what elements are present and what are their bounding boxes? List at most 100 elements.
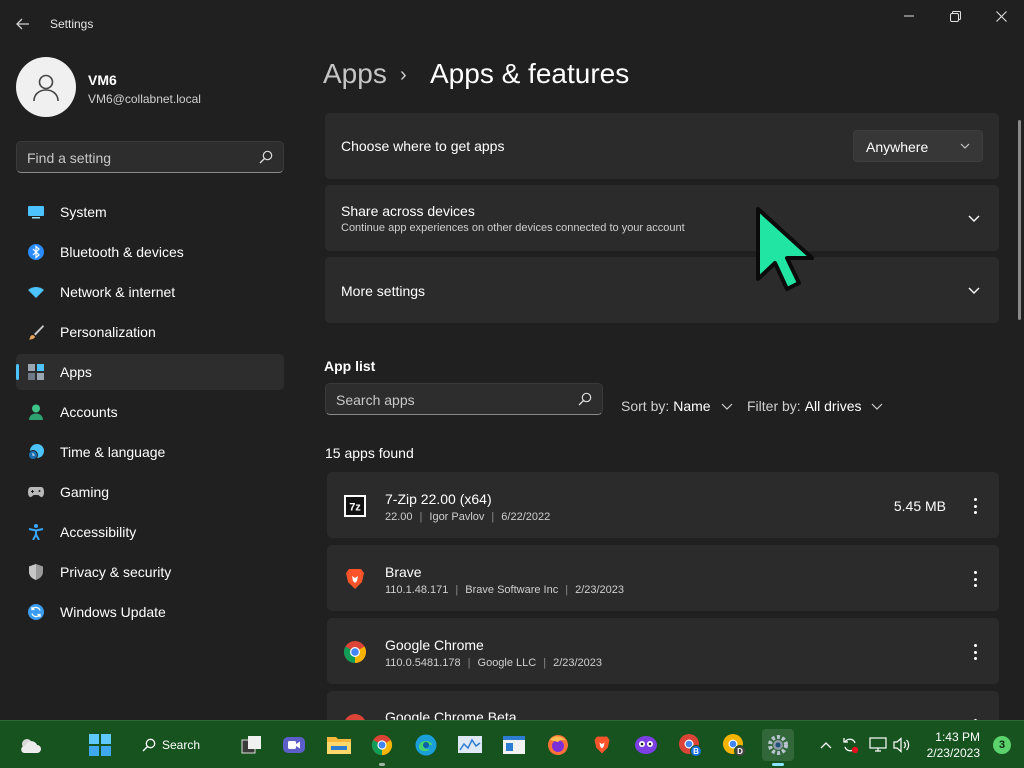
breadcrumb-parent[interactable]: Apps (323, 58, 387, 90)
chrome-dev-icon: D (723, 734, 746, 757)
task-view-icon (241, 736, 261, 754)
taskbar-firefox[interactable] (542, 729, 574, 761)
perfmon-icon (458, 736, 482, 753)
restore-button[interactable] (932, 0, 978, 32)
svg-text:D: D (737, 747, 743, 756)
taskbar-chrome[interactable] (366, 729, 398, 766)
close-button[interactable] (978, 0, 1024, 32)
sidebar-item-personalization[interactable]: Personalization (16, 314, 284, 350)
tray-overflow[interactable] (816, 735, 836, 755)
sidebar-item-bluetooth[interactable]: Bluetooth & devices (16, 234, 284, 270)
more-options-button[interactable] (969, 642, 981, 662)
app-size: 5.45 MB (893, 498, 946, 514)
app-date: 2/23/2023 (553, 657, 603, 669)
list-item[interactable]: Brave 110.1.48.171 | Brave Software Inc | … (327, 545, 999, 611)
search-apps-box[interactable] (325, 383, 603, 415)
start-button[interactable] (84, 729, 116, 761)
taskbar-brave[interactable] (586, 729, 618, 761)
share-across-devices-card[interactable]: Share across devices Continue app experi… (325, 185, 999, 251)
more-options-button[interactable] (969, 569, 981, 589)
app-name: Google Chrome (385, 637, 484, 653)
taskbar-perfmon[interactable] (454, 729, 486, 761)
find-setting-input[interactable] (27, 148, 247, 168)
sidebar-item-system[interactable]: System (16, 194, 284, 230)
task-view-button[interactable] (236, 729, 268, 761)
taskbar-edge[interactable] (410, 729, 442, 761)
app-publisher: Google LLC (477, 657, 537, 669)
chrome-icon (371, 734, 393, 756)
chevron-down-icon[interactable] (967, 283, 981, 297)
close-icon (995, 10, 1007, 22)
taskbar-chrome-dev[interactable]: D (718, 729, 750, 761)
sort-by-control[interactable]: Sort by: Name (621, 398, 733, 414)
filter-value: All drives (804, 398, 862, 414)
chevron-down-icon (960, 143, 970, 149)
sidebar-item-time-language[interactable]: Time & language (16, 434, 284, 470)
filter-label: Filter by: (747, 398, 801, 414)
sidebar-item-privacy[interactable]: Privacy & security (16, 554, 284, 590)
meta-separator: | (467, 657, 471, 669)
search-icon[interactable] (578, 392, 592, 406)
chevron-down-icon (721, 403, 733, 410)
more-settings-title: More settings (341, 283, 426, 299)
meta-separator: | (565, 584, 569, 596)
weather-icon (21, 739, 41, 753)
sidebar-item-accounts[interactable]: Accounts (16, 394, 284, 430)
app-window-icon (503, 736, 525, 754)
list-item[interactable]: Google Chrome Beta (327, 691, 999, 720)
taskbar-app-window[interactable] (498, 729, 530, 761)
search-icon[interactable] (259, 150, 273, 164)
chevron-down-icon[interactable] (967, 211, 981, 225)
sync-icon (843, 738, 859, 754)
list-item[interactable]: 7z 7-Zip 22.00 (x64) 22.00 | Igor Pavlov |… (327, 472, 999, 538)
privacy-icon (635, 736, 657, 754)
taskbar-widgets[interactable] (14, 729, 46, 761)
notification-badge[interactable]: 3 (993, 736, 1011, 754)
app-version: 110.1.48.171 (385, 584, 449, 596)
sidebar-item-accessibility[interactable]: Accessibility (16, 514, 284, 550)
taskbar-chrome-beta[interactable]: B (674, 729, 706, 761)
share-subtitle: Continue app experiences on other device… (341, 222, 685, 234)
app-meta: 110.1.48.171 | Brave Software Inc | 2/23/2… (385, 584, 624, 596)
taskbar-privacy-app[interactable] (630, 729, 662, 761)
page-title: Apps & features (430, 58, 630, 89)
sidebar-item-apps[interactable]: Apps (16, 354, 284, 390)
share-title: Share across devices (341, 203, 475, 219)
update-icon (28, 604, 44, 620)
sidebar-item-label: Personalization (60, 324, 156, 340)
app-date: 2/23/2023 (575, 584, 625, 596)
brave-icon (346, 569, 364, 589)
app-source-dropdown[interactable]: Anywhere (853, 130, 983, 162)
edge-icon (415, 734, 437, 756)
brave-icon (594, 736, 610, 754)
avatar[interactable] (16, 57, 76, 117)
scrollbar[interactable] (1018, 120, 1021, 320)
clock-date: 2/23/2023 (926, 746, 980, 760)
globe-clock-icon (28, 444, 44, 460)
back-button[interactable] (8, 10, 38, 38)
tray-sync[interactable] (840, 735, 860, 755)
sidebar-item-network[interactable]: Network & internet (16, 274, 284, 310)
taskbar-search[interactable]: Search (142, 733, 200, 757)
more-options-button[interactable] (969, 496, 981, 516)
taskbar-file-explorer[interactable] (323, 729, 355, 761)
tray-volume[interactable] (892, 735, 912, 755)
more-settings-card[interactable]: More settings (325, 257, 999, 323)
minimize-button[interactable] (886, 0, 932, 32)
wifi-icon (28, 287, 44, 298)
chrome-beta-icon: B (679, 734, 702, 757)
sort-label: Sort by: (621, 398, 670, 414)
sidebar-item-gaming[interactable]: Gaming (16, 474, 284, 510)
find-setting-search[interactable] (16, 141, 284, 173)
app-name: 7-Zip 22.00 (x64) (385, 491, 492, 507)
search-apps-input[interactable] (336, 390, 566, 410)
sidebar-item-windows-update[interactable]: Windows Update (16, 594, 284, 630)
taskbar-clock[interactable]: 1:43 PM 2/23/2023 (927, 729, 980, 761)
taskbar-settings[interactable] (762, 729, 794, 766)
user-icon (33, 74, 59, 102)
title-bar: Settings (0, 0, 1024, 48)
filter-by-control[interactable]: Filter by: All drives (747, 398, 883, 414)
taskbar-meet[interactable] (278, 729, 310, 761)
tray-display[interactable] (868, 735, 888, 755)
list-item[interactable]: Google Chrome 110.0.5481.178 | Google LLC… (327, 618, 999, 684)
